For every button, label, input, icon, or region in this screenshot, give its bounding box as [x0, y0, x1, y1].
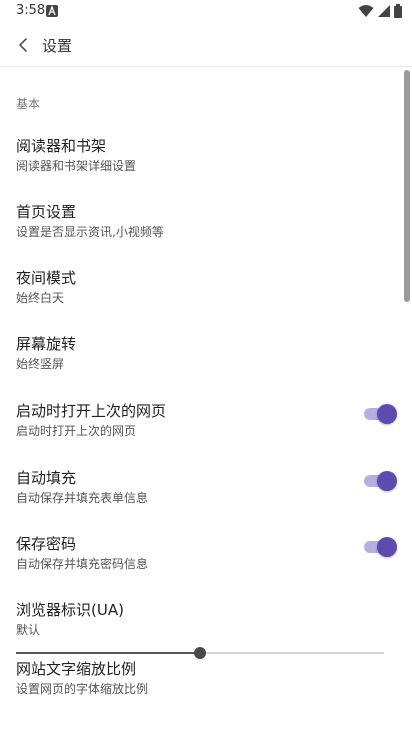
slider-fill [16, 652, 200, 654]
page-title: 设置 [42, 37, 73, 55]
settings-list: 基本 阅读器和书架 阅读器和书架详细设置 首页设置 设置是否显示资讯,小视频等 … [0, 67, 412, 732]
cellular-signal-icon [378, 5, 390, 17]
setting-title: 屏幕旋转 [16, 335, 77, 353]
back-button[interactable] [10, 32, 36, 58]
section-header-basic: 基本 [16, 97, 41, 111]
status-time: 3:58 [16, 3, 46, 18]
setting-restore-last-page[interactable]: 启动时打开上次的网页 启动时打开上次的网页 [0, 400, 412, 460]
save-password-toggle[interactable] [364, 537, 397, 557]
font-scale-slider[interactable] [16, 644, 384, 662]
status-icons [358, 4, 402, 18]
setting-title: 启动时打开上次的网页 [16, 402, 167, 420]
setting-subtitle: 设置是否显示资讯,小视频等 [16, 225, 164, 239]
status-bar: 3:58 [0, 0, 412, 24]
setting-autofill[interactable]: 自动填充 自动保存并填充表单信息 [0, 467, 412, 527]
setting-title: 阅读器和书架 [16, 137, 107, 155]
setting-title: 保存密码 [16, 535, 77, 553]
setting-night-mode[interactable]: 夜间模式 始终白天 [0, 267, 412, 327]
setting-homepage[interactable]: 首页设置 设置是否显示资讯,小视频等 [0, 201, 412, 261]
toggle-thumb [377, 537, 397, 557]
setting-title: 自动填充 [16, 469, 77, 487]
wifi-icon [358, 5, 374, 17]
setting-font-scale: 网站文字缩放比例 设置网页的字体缩放比例 [0, 658, 412, 718]
setting-subtitle: 阅读器和书架详细设置 [16, 159, 137, 173]
app-bar: 设置 [0, 24, 412, 67]
autofill-toggle[interactable] [364, 471, 397, 491]
setting-subtitle: 自动保存并填充表单信息 [16, 491, 149, 505]
setting-title: 浏览器标识(UA) [16, 601, 124, 619]
setting-subtitle: 始终竖屏 [16, 357, 65, 371]
setting-screen-rotation[interactable]: 屏幕旋转 始终竖屏 [0, 333, 412, 393]
setting-subtitle: 自动保存并填充密码信息 [16, 557, 149, 571]
setting-reader-bookshelf[interactable]: 阅读器和书架 阅读器和书架详细设置 [0, 135, 412, 195]
setting-subtitle: 启动时打开上次的网页 [16, 424, 137, 438]
notification-a-icon [46, 5, 58, 17]
setting-subtitle: 默认 [16, 623, 41, 637]
setting-title: 首页设置 [16, 203, 77, 221]
toggle-thumb [377, 471, 397, 491]
setting-title: 夜间模式 [16, 269, 77, 287]
setting-save-password[interactable]: 保存密码 自动保存并填充密码信息 [0, 533, 412, 593]
battery-icon [394, 4, 402, 18]
toggle-thumb [377, 404, 397, 424]
slider-knob[interactable] [194, 647, 206, 659]
setting-subtitle: 始终白天 [16, 291, 65, 305]
restore-last-page-toggle[interactable] [364, 404, 397, 424]
scrollbar[interactable] [404, 70, 410, 302]
setting-subtitle: 设置网页的字体缩放比例 [16, 682, 149, 696]
back-arrow-icon [19, 38, 27, 52]
